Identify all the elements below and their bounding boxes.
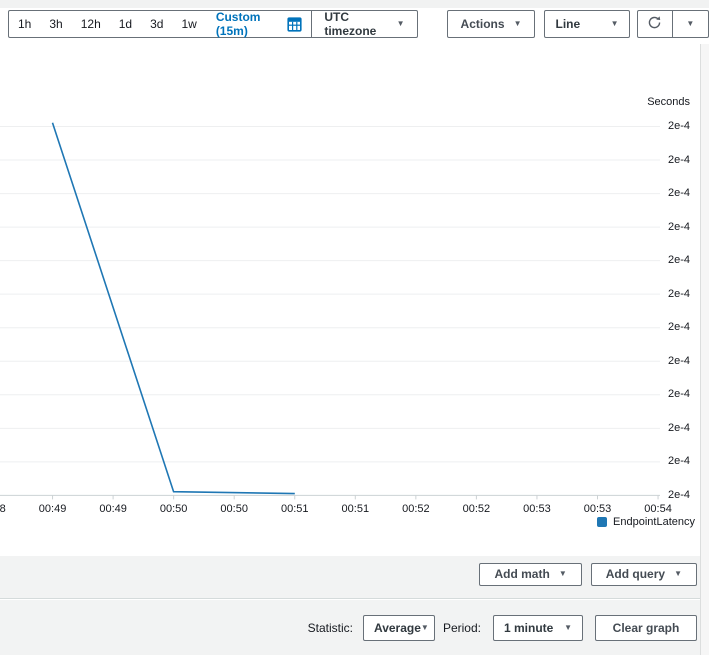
y-tick-label: 2e-4	[630, 355, 690, 367]
period-value: 1 minute	[504, 621, 553, 635]
y-tick-label: 2e-4	[630, 422, 690, 434]
chart-type-select[interactable]: Line ▼	[544, 10, 629, 38]
chevron-down-icon: ▼	[559, 570, 567, 578]
legend-color-swatch	[597, 517, 607, 527]
period-select[interactable]: 1 minute ▼	[493, 615, 583, 641]
math-query-row: Add math ▼ Add query ▼	[0, 556, 700, 599]
x-tick-label: 00:48	[0, 503, 14, 515]
clear-graph-button[interactable]: Clear graph	[595, 615, 697, 641]
chevron-down-icon: ▼	[514, 20, 522, 28]
y-tick-label: 2e-4	[630, 455, 690, 467]
statistic-period-row: Statistic: Average ▼ Period: 1 minute ▼ …	[0, 600, 700, 655]
time-range-1d[interactable]: 1d	[110, 11, 141, 37]
time-range-1h[interactable]: 1h	[9, 11, 40, 37]
chevron-down-icon: ▼	[611, 20, 619, 28]
calendar-icon[interactable]	[287, 17, 311, 32]
legend-item-endpointlatency[interactable]: EndpointLatency	[597, 516, 695, 528]
y-tick-label: 2e-4	[630, 187, 690, 199]
actions-button[interactable]: Actions ▼	[447, 10, 536, 38]
x-tick-label: 00:52	[394, 503, 438, 515]
chart-plot-area[interactable]	[0, 44, 700, 556]
graph-toolbar: 1h3h12h1d3d1w Custom (15m) UTC timezone …	[8, 10, 709, 38]
line-chart: Seconds 2e-4 2e-4 2e-4 2e-4 2e-4 2e-4 2e-4 2e-4…	[0, 44, 700, 556]
refresh-icon	[647, 15, 662, 33]
series-line-EndpointLatency	[53, 123, 295, 494]
x-tick-label: 00:51	[333, 503, 377, 515]
chevron-down-icon: ▼	[421, 624, 429, 632]
panel-top-strip	[0, 0, 709, 8]
x-tick-label: 00:51	[273, 503, 317, 515]
panel-right-rail	[700, 44, 709, 655]
y-tick-label: 2e-4	[630, 489, 690, 501]
actions-label: Actions	[461, 17, 505, 31]
y-tick-label: 2e-4	[630, 321, 690, 333]
refresh-button[interactable]	[637, 10, 673, 38]
chart-type-value: Line	[555, 17, 580, 31]
x-tick-label: 00:49	[91, 503, 135, 515]
x-tick-label: 00:54	[636, 503, 680, 515]
statistic-select[interactable]: Average ▼	[363, 615, 435, 641]
y-tick-label: 2e-4	[630, 120, 690, 132]
time-range-3h[interactable]: 3h	[40, 11, 71, 37]
x-tick-label: 00:52	[454, 503, 498, 515]
statistic-value: Average	[374, 621, 421, 635]
y-tick-label: 2e-4	[630, 288, 690, 300]
x-tick-label: 00:53	[576, 503, 620, 515]
y-tick-label: 2e-4	[630, 388, 690, 400]
time-range-3d[interactable]: 3d	[141, 11, 172, 37]
add-query-button[interactable]: Add query ▼	[591, 563, 697, 586]
timezone-dropdown[interactable]: UTC timezone ▼	[312, 10, 416, 38]
statistic-label: Statistic:	[308, 621, 353, 635]
metrics-graph-panel: 1h3h12h1d3d1w Custom (15m) UTC timezone …	[0, 8, 709, 655]
x-tick-label: 00:50	[212, 503, 256, 515]
x-tick-label: 00:49	[31, 503, 75, 515]
add-query-label: Add query	[606, 567, 665, 581]
y-axis-unit: Seconds	[620, 96, 690, 108]
x-tick-label: 00:53	[515, 503, 559, 515]
timezone-label: UTC timezone	[324, 10, 386, 38]
y-tick-label: 2e-4	[630, 254, 690, 266]
clear-graph-label: Clear graph	[613, 621, 680, 635]
chevron-down-icon: ▼	[397, 20, 405, 28]
y-tick-label: 2e-4	[630, 154, 690, 166]
chevron-down-icon: ▼	[686, 20, 694, 28]
chevron-down-icon: ▼	[674, 570, 682, 578]
add-math-label: Add math	[494, 567, 549, 581]
time-range-12h[interactable]: 12h	[72, 11, 110, 37]
chevron-down-icon: ▼	[564, 624, 572, 632]
time-range-1w[interactable]: 1w	[172, 11, 205, 37]
legend-label: EndpointLatency	[613, 516, 695, 528]
y-tick-label: 2e-4	[630, 221, 690, 233]
x-tick-label: 00:50	[152, 503, 196, 515]
period-label: Period:	[443, 621, 481, 635]
add-math-button[interactable]: Add math ▼	[479, 563, 581, 586]
time-range-group: 1h3h12h1d3d1w Custom (15m) UTC timezone …	[8, 10, 418, 38]
refresh-options-button[interactable]: ▼	[672, 10, 709, 38]
time-range-custom[interactable]: Custom (15m)	[206, 11, 288, 37]
